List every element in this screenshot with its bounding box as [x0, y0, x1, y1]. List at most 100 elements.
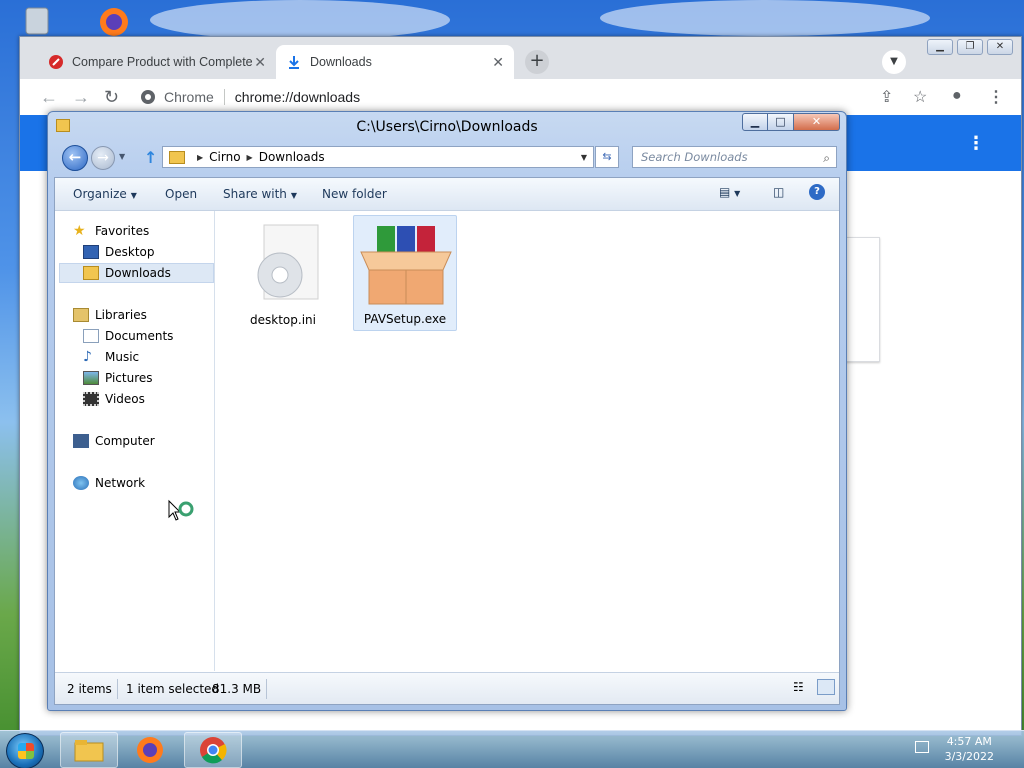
chrome-logo-icon	[141, 90, 155, 104]
forward-arrow-icon[interactable]: →	[72, 87, 90, 108]
organize-button[interactable]: Organize ▼	[73, 187, 137, 201]
chrome-tab-strip: Compare Product with Complete ✕ Download…	[20, 37, 1021, 79]
nav-network[interactable]: Network	[73, 473, 145, 493]
close-tab-icon[interactable]: ✕	[254, 54, 266, 71]
explorer-body: Organize ▼ Open Share with ▼ New folder ▤ …	[54, 177, 840, 705]
taskbar: 4:57 AM 3/3/2022	[0, 730, 1024, 768]
preview-pane-icon[interactable]: ◫	[773, 185, 784, 199]
recent-pages-dropdown-icon[interactable]: ▼	[119, 152, 125, 161]
tab-compare-product[interactable]: Compare Product with Complete ✕	[38, 45, 276, 79]
nav-videos[interactable]: Videos	[83, 389, 145, 409]
star-icon: ★	[73, 223, 86, 239]
refresh-button[interactable]: ⇆	[595, 146, 619, 168]
file-name: desktop.ini	[250, 313, 316, 327]
tab-label: Compare Product with Complete	[72, 55, 253, 69]
new-folder-button[interactable]: New folder	[322, 187, 387, 201]
installer-box-icon	[360, 226, 452, 305]
search-placeholder: Search Downloads	[641, 150, 748, 164]
file-item-desktop-ini[interactable]: desktop.ini	[231, 215, 335, 331]
firefox-desktop-icon[interactable]	[94, 4, 134, 40]
documents-icon	[83, 329, 99, 343]
explorer-titlebar[interactable]: C:\Users\Cirno\Downloads ▁ □ ✕	[48, 112, 846, 140]
pictures-icon	[83, 371, 99, 385]
folder-icon	[56, 119, 70, 132]
nav-music[interactable]: ♪ Music	[83, 347, 139, 367]
item-count: 2 items	[67, 682, 112, 696]
chrome-menu-icon[interactable]: ⋮	[988, 87, 1004, 107]
address-dropdown-icon[interactable]: ▼	[581, 153, 587, 162]
file-item-pavsetup-exe[interactable]: PAVSetup.exe	[353, 215, 457, 331]
maximize-button[interactable]: ❐	[957, 39, 983, 55]
status-bar: 2 items 1 item selected 81.3 MB ☷	[55, 672, 839, 704]
details-view-icon[interactable]: ☷	[793, 680, 804, 694]
firefox-icon	[137, 737, 163, 763]
system-clock[interactable]: 4:57 AM 3/3/2022	[945, 734, 994, 764]
open-button[interactable]: Open	[165, 187, 197, 201]
start-button[interactable]	[6, 733, 44, 768]
breadcrumb-arrow-icon[interactable]: ▶	[197, 153, 203, 162]
omnibox-origin: Chrome	[164, 89, 214, 105]
command-bar: Organize ▼ Open Share with ▼ New folder ▤ …	[55, 178, 839, 211]
bookmark-star-icon[interactable]: ☆	[913, 87, 927, 107]
tab-downloads[interactable]: Downloads ✕	[276, 45, 514, 79]
explorer-window-controls: ▁ □ ✕	[742, 113, 840, 131]
profile-avatar-icon[interactable]: ●	[952, 87, 962, 105]
network-globe-icon	[73, 476, 89, 490]
tab-search-chevron-icon[interactable]: ▼	[882, 50, 906, 74]
chrome-icon	[200, 737, 227, 764]
explorer-address-row: ← → ▼ ↑ ▶ Cirno ▶ Downloads ▼ ⇆ Search D…	[48, 140, 846, 174]
busy-cursor-icon	[168, 499, 194, 521]
omnibox-url: chrome://downloads	[234, 89, 361, 105]
folder-icon	[74, 740, 104, 762]
new-tab-button[interactable]: +	[525, 50, 549, 74]
nav-documents[interactable]: Documents	[83, 326, 173, 346]
nav-downloads[interactable]: Downloads	[59, 263, 214, 283]
minimize-button[interactable]: ▁	[742, 113, 768, 131]
address-bar[interactable]: Chrome chrome://downloads	[140, 83, 870, 111]
minimize-button[interactable]: ▁	[927, 39, 953, 55]
selection-size: 81.3 MB	[212, 682, 262, 696]
breadcrumb-cirno[interactable]: Cirno	[209, 150, 240, 164]
nav-computer[interactable]: Computer	[73, 431, 155, 451]
forward-button[interactable]: →	[91, 146, 115, 170]
film-strip-icon	[83, 392, 99, 406]
breadcrumb-downloads[interactable]: Downloads	[259, 150, 325, 164]
change-view-icon[interactable]: ▤ ▼	[719, 185, 740, 199]
large-icons-view-icon[interactable]	[817, 679, 835, 695]
up-arrow-icon[interactable]: ↑	[144, 148, 157, 167]
share-icon[interactable]: ⇪	[880, 87, 893, 107]
window-title: C:\Users\Cirno\Downloads	[356, 119, 538, 135]
network-tray-icon[interactable]	[915, 741, 929, 753]
search-icon[interactable]: ⌕	[823, 148, 830, 168]
back-button[interactable]: ←	[62, 145, 88, 171]
chrome-window-controls: ▁ ❐ ✕	[927, 39, 1013, 55]
nav-libraries[interactable]: Libraries	[73, 305, 147, 325]
brand-red-circle-icon	[49, 55, 63, 69]
taskbar-explorer-button[interactable]	[60, 732, 118, 768]
help-icon[interactable]: ?	[809, 184, 825, 200]
nav-desktop[interactable]: Desktop	[83, 242, 155, 262]
recycle-bin-icon[interactable]	[18, 4, 58, 40]
downloads-folder-icon	[83, 266, 99, 280]
nav-pictures[interactable]: Pictures	[83, 368, 153, 388]
download-icon	[289, 56, 299, 69]
downloads-more-actions-icon[interactable]: ⋮	[967, 133, 985, 154]
search-input[interactable]: Search Downloads ⌕	[632, 146, 837, 168]
libraries-icon	[73, 308, 89, 322]
taskbar-firefox-button[interactable]	[121, 732, 179, 768]
breadcrumb[interactable]: ▶ Cirno ▶ Downloads ▼	[162, 146, 594, 168]
close-button[interactable]: ✕	[987, 39, 1013, 55]
share-with-button[interactable]: Share with ▼	[223, 187, 297, 201]
clock-date: 3/3/2022	[944, 750, 994, 763]
maximize-button[interactable]: □	[768, 113, 794, 131]
nav-favorites[interactable]: ★ Favorites	[73, 221, 149, 241]
reload-icon[interactable]: ↻	[104, 87, 119, 108]
close-tab-icon[interactable]: ✕	[492, 54, 504, 71]
taskbar-chrome-button[interactable]	[184, 732, 242, 768]
music-note-icon: ♪	[83, 349, 92, 365]
desktop-icon	[83, 245, 99, 259]
breadcrumb-arrow-icon[interactable]: ▶	[247, 153, 253, 162]
clock-time: 4:57 AM	[946, 735, 992, 748]
close-button[interactable]: ✕	[794, 113, 840, 131]
back-arrow-icon[interactable]: ←	[40, 87, 58, 108]
